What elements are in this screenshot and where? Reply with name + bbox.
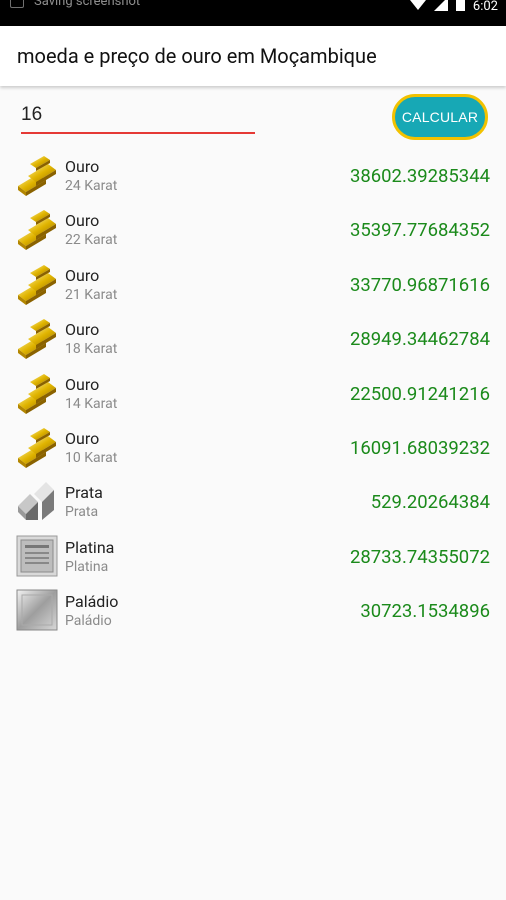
gold-bars-icon bbox=[16, 372, 58, 414]
amount-input[interactable] bbox=[21, 100, 255, 130]
gold-bars-icon bbox=[16, 426, 58, 468]
item-name: Ouro bbox=[65, 320, 100, 340]
item-subtitle: 14 Karat bbox=[65, 395, 118, 412]
item-subtitle: 10 Karat bbox=[65, 449, 118, 466]
item-subtitle: Prata bbox=[65, 504, 99, 521]
item-subtitle: Platina bbox=[65, 558, 109, 575]
item-name: Ouro bbox=[65, 157, 100, 176]
item-name: Ouro bbox=[65, 428, 100, 448]
status-bar: Saving screenshot 6:02 bbox=[0, 0, 506, 26]
item-price: 16091.68039232 bbox=[349, 436, 490, 459]
status-icons: 6:02 bbox=[409, 0, 498, 15]
item-price: 28949.34462784 bbox=[349, 328, 490, 351]
list-item[interactable]: Ouro 24 Karat 38602.39285344 bbox=[0, 148, 506, 202]
gold-bars-icon bbox=[16, 263, 58, 305]
battery-icon bbox=[455, 0, 465, 15]
calculate-button[interactable]: CALCULAR bbox=[392, 94, 488, 140]
item-subtitle: 18 Karat bbox=[65, 341, 118, 358]
list-item[interactable]: Paládio Paládio 30723.1534896 bbox=[0, 583, 506, 637]
notification-area: Saving screenshot bbox=[10, 0, 140, 9]
item-subtitle: 22 Karat bbox=[65, 232, 118, 249]
gold-bars-icon bbox=[16, 154, 58, 196]
list-item[interactable]: Platina Platina 28733.74355072 bbox=[0, 529, 506, 583]
item-subtitle: Paládio bbox=[65, 613, 112, 630]
item-name: Ouro bbox=[65, 211, 100, 231]
app-bar: moeda e preço de ouro em Moçambique bbox=[0, 26, 506, 86]
wifi-icon bbox=[409, 0, 426, 15]
item-name: Ouro bbox=[65, 265, 100, 285]
list-item[interactable]: Prata Prata 529.20264384 bbox=[0, 474, 506, 528]
item-subtitle: 24 Karat bbox=[65, 178, 118, 194]
item-price: 22500.91241216 bbox=[349, 382, 490, 405]
list-item[interactable]: Ouro 14 Karat 22500.91241216 bbox=[0, 366, 506, 420]
platinum-bar-icon bbox=[16, 535, 58, 577]
screenshot-icon bbox=[10, 0, 24, 8]
silver-bars-icon bbox=[16, 480, 58, 522]
item-price: 33770.96871616 bbox=[349, 273, 490, 296]
amount-input-wrapper bbox=[21, 100, 255, 134]
item-name: Platina bbox=[65, 537, 115, 557]
list-item[interactable]: Ouro 21 Karat 33770.96871616 bbox=[0, 257, 506, 311]
page-title: moeda e preço de ouro em Moçambique bbox=[17, 44, 377, 68]
signal-icon bbox=[433, 0, 448, 15]
item-name: Paládio bbox=[65, 592, 119, 612]
item-price: 30723.1534896 bbox=[360, 600, 490, 623]
item-subtitle: 21 Karat bbox=[65, 286, 118, 303]
item-price: 529.20264384 bbox=[370, 491, 490, 514]
list-item[interactable]: Ouro 10 Karat 16091.68039232 bbox=[0, 420, 506, 474]
clock: 6:02 bbox=[472, 0, 498, 14]
item-price: 35397.77684352 bbox=[349, 219, 490, 242]
item-name: Prata bbox=[65, 483, 103, 503]
notification-text: Saving screenshot bbox=[34, 0, 141, 9]
gold-bars-icon bbox=[16, 317, 58, 360]
list-item[interactable]: Ouro 22 Karat 35397.77684352 bbox=[0, 202, 506, 256]
gold-bars-icon bbox=[16, 208, 58, 251]
item-price: 38602.39285344 bbox=[349, 165, 490, 187]
palladium-bar-icon bbox=[16, 589, 58, 631]
price-list: Ouro 24 Karat 38602.39285344 Ouro 22 Karat 35… bbox=[0, 148, 506, 638]
list-item[interactable]: Ouro 18 Karat 28949.34462784 bbox=[0, 311, 506, 365]
item-name: Ouro bbox=[65, 374, 100, 394]
item-price: 28733.74355072 bbox=[349, 545, 490, 568]
